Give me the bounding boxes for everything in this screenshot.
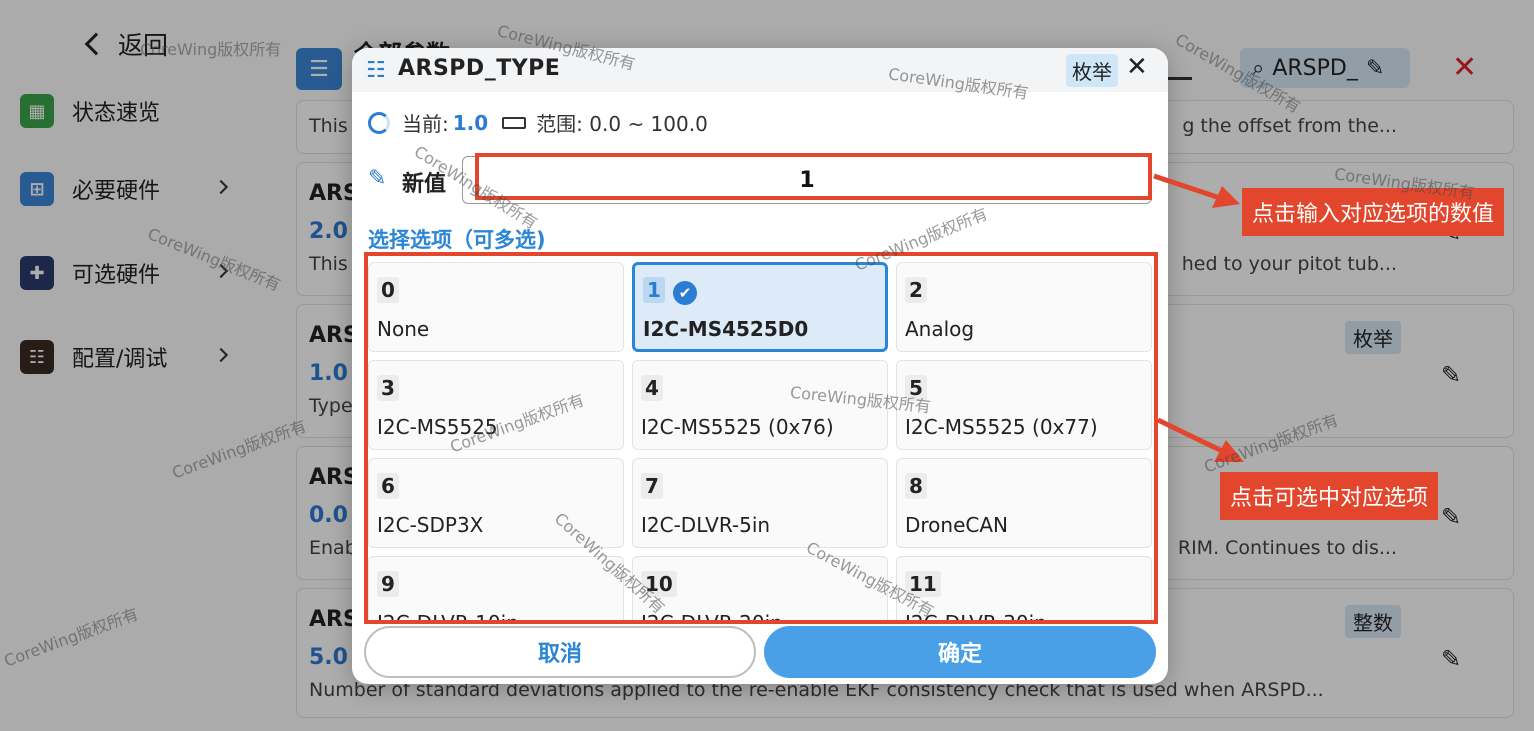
param-edit-dialog: ☷ ARSPD_TYPE 枚举 ✕ 当前: 1.0 范围: 0.0 ~ 100.…	[352, 48, 1168, 684]
callout-input-hint: 点击输入对应选项的数值	[1242, 188, 1505, 236]
close-icon[interactable]: ✕	[1126, 52, 1148, 82]
options-grid: 0 None 1 ✔ I2C-MS4525D0 2 Analog 3 I2C-MS5525 4 I2…	[368, 262, 1156, 622]
option-number: 4	[641, 375, 663, 401]
option-number: 0	[377, 277, 399, 303]
option-number: 5	[905, 375, 927, 401]
dialog-title: ARSPD_TYPE	[398, 56, 561, 81]
option-name: I2C-DLVR-10in	[377, 611, 519, 622]
option-name: I2C-DLVR-5in	[641, 513, 771, 537]
option-card[interactable]: 2 Analog	[896, 262, 1152, 352]
option-number: 3	[377, 375, 399, 401]
current-label: 当前:	[402, 112, 449, 136]
option-name: I2C-MS5525 (0x77)	[905, 415, 1098, 439]
option-name: I2C-SDP3X	[377, 513, 484, 537]
option-card[interactable]: 4 I2C-MS5525 (0x76)	[632, 360, 888, 450]
option-number: 8	[905, 473, 927, 499]
option-name: I2C-MS4525D0	[643, 317, 809, 341]
range-label: 范围: 0.0 ~ 100.0	[536, 112, 708, 136]
option-number: 1	[643, 277, 665, 303]
option-number: 9	[377, 571, 399, 597]
callout-options-hint: 点击可选中对应选项	[1220, 472, 1439, 520]
option-card[interactable]: 9 I2C-DLVR-10in	[368, 556, 624, 622]
current-value: 1.0	[452, 110, 489, 135]
option-card[interactable]: 3 I2C-MS5525	[368, 360, 624, 450]
ruler-icon	[502, 116, 527, 129]
option-card[interactable]: 8 DroneCAN	[896, 458, 1152, 548]
option-number: 2	[905, 277, 927, 303]
option-name: None	[377, 317, 430, 341]
new-value-input[interactable]	[462, 156, 1152, 204]
pencil-icon: ✎	[368, 166, 387, 191]
option-card[interactable]: 10 I2C-DLVR-20in	[632, 556, 888, 622]
option-card[interactable]: 11 I2C-DLVR-30in	[896, 556, 1152, 622]
cancel-button[interactable]: 取消	[364, 626, 756, 678]
option-name: I2C-DLVR-20in	[641, 611, 783, 622]
option-card[interactable]: 0 None	[368, 262, 624, 352]
check-circle-icon: ✔	[673, 281, 697, 305]
progress-ring-icon	[368, 111, 390, 134]
option-number: 7	[641, 473, 663, 499]
option-name: DroneCAN	[905, 513, 1009, 537]
option-card[interactable]: 5 I2C-MS5525 (0x77)	[896, 360, 1152, 450]
option-number: 6	[377, 473, 399, 499]
new-value-label: 新值	[402, 172, 447, 197]
dialog-header: ☷ ARSPD_TYPE 枚举 ✕	[352, 48, 1168, 92]
option-name: I2C-DLVR-30in	[905, 611, 1047, 622]
option-number: 11	[905, 571, 941, 597]
option-name: I2C-MS5525	[377, 415, 498, 439]
option-name: I2C-MS5525 (0x76)	[641, 415, 834, 439]
option-card[interactable]: 1 ✔ I2C-MS4525D0	[632, 262, 888, 352]
type-badge: 枚举	[1066, 54, 1118, 87]
option-name: Analog	[905, 317, 975, 341]
sliders-icon: ☷	[366, 58, 386, 83]
option-number: 10	[641, 571, 677, 597]
param-info: 当前: 1.0 范围: 0.0 ~ 100.0	[368, 108, 708, 137]
option-card[interactable]: 6 I2C-SDP3X	[368, 458, 624, 548]
confirm-button[interactable]: 确定	[764, 626, 1156, 678]
option-card[interactable]: 7 I2C-DLVR-5in	[632, 458, 888, 548]
options-label: 选择选项（可多选)	[368, 228, 546, 252]
